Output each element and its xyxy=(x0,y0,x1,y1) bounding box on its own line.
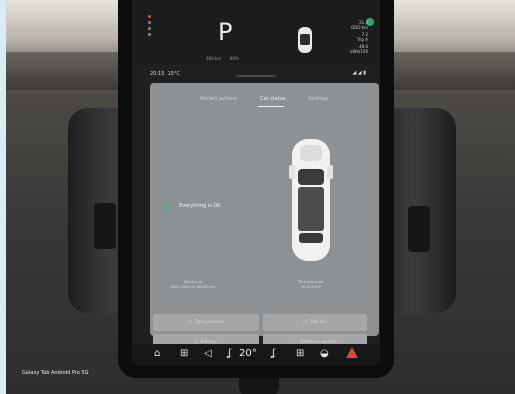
battery-text: 80% xyxy=(230,56,239,61)
service-info: Service in 3652 days or 40000 km xyxy=(170,279,216,289)
tyre-pressure-button[interactable]: ▢ Tyre pressure xyxy=(153,314,259,331)
right-line-4: Trip A xyxy=(356,37,368,42)
volume-icon[interactable]: ◁ xyxy=(204,348,212,359)
bottom-nav-bar: ⌂ ⊞ ◁ ʆ 20° ʆ ⊞ ◒ xyxy=(132,344,380,365)
holder-left-knob xyxy=(94,203,116,249)
active-tab-indicator xyxy=(258,106,284,107)
top-status-panel: P 300 km 80% 21.3 ODO km 7.2 Trip A 48.6… xyxy=(132,0,380,64)
car-overview-image xyxy=(289,139,333,261)
right-line-2: ODO km xyxy=(351,25,368,30)
car-icon[interactable]: ◒ xyxy=(320,348,329,359)
apps-icon[interactable]: ⊞ xyxy=(180,348,188,359)
drag-handle[interactable] xyxy=(236,75,276,77)
home-icon[interactable]: ⌂ xyxy=(154,348,160,359)
grid-icon[interactable]: ⊞ xyxy=(296,348,304,359)
gear-indicator: P xyxy=(218,18,233,46)
status-message: Everything is OK xyxy=(179,202,221,209)
status-row: Everything is OK xyxy=(162,195,221,214)
clock-text: 20:15 15°C xyxy=(150,71,180,77)
tab-recent-actions[interactable]: Recent actions xyxy=(200,96,237,102)
indicator-dots xyxy=(148,12,154,39)
tyre-icon: ▢ xyxy=(187,320,192,325)
tow-bar-button[interactable]: ▢ Tow bar xyxy=(263,314,367,331)
photo-caption: Galaxy Tab Android Pro 5G xyxy=(22,370,89,376)
signal-icons: ◢ ◢ ▮ xyxy=(352,70,366,76)
seat-heat-right-icon[interactable]: ʆ xyxy=(272,348,275,359)
car-status-card: Recent actions Car status Settings Every… xyxy=(150,83,379,351)
car-top-icon xyxy=(298,27,312,53)
tab-car-status[interactable]: Car status xyxy=(260,96,286,102)
tyre-info: Tyre pressure 40 000 km xyxy=(298,279,324,289)
hazard-icon[interactable] xyxy=(346,347,358,358)
tab-bar: Recent actions Car status Settings xyxy=(150,93,379,109)
right-line-6: kWh/100 xyxy=(350,49,368,54)
towbar-icon: ▢ xyxy=(302,320,307,325)
range-text: 300 km xyxy=(206,56,222,61)
tab-settings[interactable]: Settings xyxy=(308,96,329,102)
tablet-screen: P 300 km 80% 21.3 ODO km 7.2 Trip A 48.6… xyxy=(132,0,380,365)
check-circle-icon xyxy=(162,201,170,210)
temperature-control[interactable]: 20° xyxy=(239,348,257,359)
holder-right-knob xyxy=(408,206,430,252)
status-bar: 20:15 15°C ◢ ◢ ▮ xyxy=(132,68,380,80)
seat-heat-icon[interactable]: ʆ xyxy=(228,348,231,359)
